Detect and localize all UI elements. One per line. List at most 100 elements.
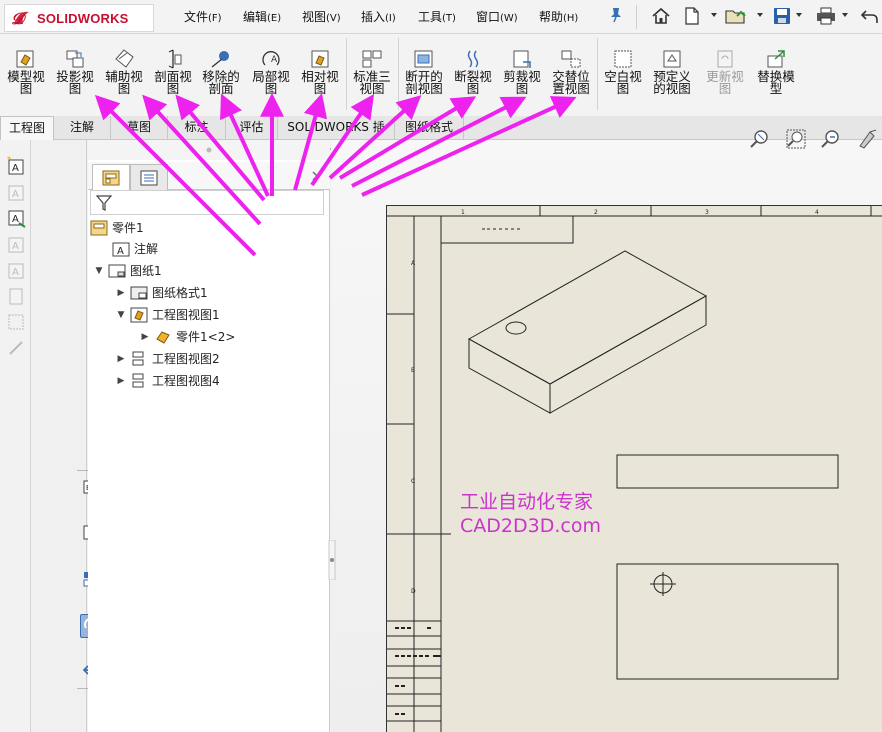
svg-text:B: B (411, 367, 415, 374)
tab-evaluate[interactable]: 评估 (226, 116, 278, 140)
feature-manager-tabs (88, 162, 330, 190)
alternate-position-view-button[interactable]: 交替位 置视图 (548, 49, 594, 95)
relative-view-icon (311, 50, 329, 68)
svg-text:4: 4 (815, 209, 819, 216)
open-icon[interactable] (724, 5, 748, 27)
alternate-position-view-icon (561, 50, 581, 68)
auto-balloon-icon[interactable]: A (6, 208, 26, 228)
menu-window[interactable]: 窗口(W) (476, 8, 518, 25)
separator (636, 5, 637, 29)
property-list-icon (140, 170, 158, 185)
zoom-to-area-icon[interactable] (785, 128, 807, 150)
menu-view[interactable]: 视图(V) (302, 8, 341, 25)
filter-bar[interactable] (90, 190, 324, 215)
menu-bar: 𝒟 SOLIDWORKS 文件(F) 编辑(E) 视图(V) 插入(I) 工具(… (0, 0, 882, 34)
tree-node-drawing-view4[interactable]: ▶ 工程图视图4 (116, 371, 220, 391)
balloon-disabled-icon: A (8, 237, 24, 253)
chevron-right-icon[interactable] (310, 171, 320, 181)
menu-help[interactable]: 帮助(H) (539, 8, 578, 25)
note-disabled-icon: A (8, 185, 24, 201)
broken-out-section-icon (414, 50, 433, 68)
zoom-to-fit-icon[interactable] (749, 128, 771, 150)
tree-node-sheet-format[interactable]: ▶ 图纸格式1 (116, 283, 208, 303)
svg-text:A: A (12, 214, 19, 225)
predefined-view-button[interactable]: 预定义 的视图 (649, 49, 695, 95)
filter-icon[interactable] (95, 194, 113, 212)
print-icon[interactable] (814, 5, 838, 27)
svg-text:A: A (12, 267, 19, 278)
tree-node-part-ref[interactable]: ▶ 零件1<2> (140, 327, 236, 347)
feature-manager-panel: 零件1 A 注解 ▼ 图纸1 ▶ 图纸格式1 ▼ 工程图视图1 ▶ 零件1<2>… (88, 140, 330, 732)
copy-format-icon (9, 288, 23, 305)
view-toolbar: Esc (31, 140, 105, 732)
tab-markup[interactable]: 标注 (168, 116, 226, 140)
expand-arrow-icon[interactable]: ▶ (116, 371, 126, 391)
home-icon[interactable] (649, 5, 673, 27)
note-icon[interactable]: A* (6, 156, 26, 176)
section-view-button[interactable]: 剖面视 图 (150, 49, 196, 95)
property-manager-tab[interactable] (130, 164, 168, 190)
menu-insert[interactable]: 插入(I) (361, 8, 396, 25)
annotation-toolbar: A * A A A A (0, 140, 31, 732)
break-view-icon (467, 50, 479, 68)
panel-handle[interactable] (88, 140, 330, 160)
ds-logo-icon: 𝒟 (11, 9, 29, 28)
svg-text:2: 2 (594, 209, 598, 216)
svg-text:*: * (7, 156, 11, 164)
collapse-arrow-icon[interactable]: ▼ (94, 261, 104, 281)
projected-view-button[interactable]: 投影视 图 (52, 49, 98, 95)
crop-view-icon (513, 50, 531, 68)
empty-view-button[interactable]: 空白视 图 (600, 49, 646, 95)
detail-view-button[interactable]: A 局部视 图 (248, 49, 294, 95)
menu-file[interactable]: 文件(F) (184, 8, 222, 25)
standard-view-icon (132, 373, 144, 388)
menu-edit[interactable]: 编辑(E) (243, 8, 281, 25)
open-dropdown-arrow[interactable] (757, 13, 763, 17)
broken-out-section-button[interactable]: 断开的 剖视图 (401, 49, 447, 95)
menu-tools[interactable]: 工具(T) (418, 8, 456, 25)
tab-drawing[interactable]: 工程图 (0, 116, 54, 140)
pin-icon[interactable] (609, 7, 623, 23)
view-settings-icon[interactable] (856, 128, 878, 150)
new-document-icon[interactable] (680, 5, 704, 27)
tab-solidworks-addins[interactable]: SOLIDWORKS 插件 (278, 116, 395, 157)
standard-3-view-button[interactable]: 标准三 视图 (349, 49, 395, 95)
tree-node-sheet[interactable]: ▼ 图纸1 (94, 261, 162, 281)
update-view-button[interactable]: 更新视 图 (702, 49, 748, 95)
tree-node-annotations[interactable]: A 注解 (112, 239, 158, 259)
command-manager-ribbon: 模型视 图 投影视 图 辅助视 图 剖面视 图 移除的 剖面 A 局部视 图 相… (0, 34, 882, 116)
collapse-arrow-icon[interactable]: ▼ (116, 305, 126, 325)
break-view-button[interactable]: 断裂视 图 (450, 49, 496, 95)
tab-sheet-format[interactable]: 图纸格式 (395, 116, 464, 140)
save-icon[interactable] (770, 5, 794, 27)
tree-node-root[interactable]: 零件1 (90, 218, 144, 238)
drawing-sheet[interactable]: 1 2 3 4 A B C D (386, 205, 882, 732)
relative-view-button[interactable]: 相对视 图 (297, 49, 343, 95)
expand-arrow-icon[interactable]: ▶ (116, 283, 126, 303)
tree-node-drawing-view1[interactable]: ▼ 工程图视图1 (116, 305, 220, 325)
save-dropdown-arrow[interactable] (796, 13, 802, 17)
tab-annotation[interactable]: 注解 (54, 116, 111, 140)
replace-model-icon (767, 50, 785, 68)
auxiliary-view-button[interactable]: 辅助视 图 (101, 49, 147, 95)
svg-text:A: A (271, 55, 278, 65)
crop-view-button[interactable]: 剪裁视 图 (499, 49, 545, 95)
expand-arrow-icon[interactable]: ▶ (116, 349, 126, 369)
model-view-icon (16, 50, 34, 68)
panel-splitter-handle[interactable] (328, 540, 336, 580)
undo-icon[interactable] (858, 5, 882, 27)
model-view-button[interactable]: 模型视 图 (3, 49, 49, 95)
feature-tree-tab[interactable] (92, 164, 130, 190)
weld-icon (9, 341, 23, 355)
solidworks-logo[interactable]: 𝒟 SOLIDWORKS (4, 4, 154, 32)
svg-text:3: 3 (705, 209, 709, 216)
replace-model-button[interactable]: 替换模 型 (753, 49, 799, 95)
tree-node-drawing-view2[interactable]: ▶ 工程图视图2 (116, 349, 220, 369)
print-dropdown-arrow[interactable] (842, 13, 848, 17)
new-dropdown-arrow[interactable] (711, 13, 717, 17)
removed-section-button[interactable]: 移除的 剖面 (198, 49, 244, 95)
expand-arrow-icon[interactable]: ▶ (140, 327, 150, 347)
previous-view-icon[interactable] (820, 128, 842, 150)
tab-sketch[interactable]: 草图 (111, 116, 168, 140)
svg-text:A: A (12, 241, 19, 252)
